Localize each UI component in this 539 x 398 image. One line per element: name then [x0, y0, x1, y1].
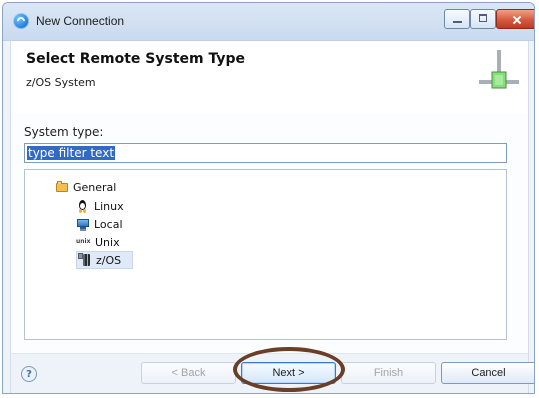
filter-input[interactable] — [24, 143, 507, 163]
tree-item-label: Local — [94, 217, 123, 231]
dialog-header: Select Remote System Type z/OS System — [10, 41, 529, 113]
tree-group-label: General — [73, 180, 117, 194]
tree-item-label: Linux — [94, 199, 124, 213]
linux-icon — [76, 199, 90, 213]
finish-button: Finish — [341, 362, 436, 384]
header-subtitle: z/OS System — [26, 76, 96, 89]
new-connection-dialog: New Connection Select Remote System Type… — [2, 2, 535, 394]
tree-group-general[interactable]: General — [55, 178, 116, 196]
button-bar: ? < Back Next > Finish Cancel — [10, 353, 534, 393]
tree-item-local[interactable]: Local — [76, 215, 123, 233]
help-button[interactable]: ? — [21, 366, 37, 382]
tree-item-zos[interactable]: z/OS — [76, 251, 133, 269]
dialog-content: System type: type filter text General Li… — [10, 113, 529, 353]
unix-icon: Unix — [76, 238, 91, 245]
monitor-icon — [76, 217, 90, 231]
close-button[interactable] — [496, 9, 534, 29]
folder-icon — [55, 180, 69, 194]
tree-item-linux[interactable]: Linux — [76, 197, 124, 215]
title-bar: New Connection — [3, 3, 534, 41]
connector-icon — [479, 50, 519, 89]
app-icon — [13, 13, 29, 29]
maximize-button[interactable] — [470, 9, 496, 29]
next-button[interactable]: Next > — [241, 362, 336, 384]
cancel-button[interactable]: Cancel — [441, 362, 534, 384]
window-title: New Connection — [36, 14, 125, 28]
back-button: < Back — [141, 362, 236, 384]
system-type-tree[interactable]: General Linux Local Unix Unix z/OS — [24, 169, 507, 340]
minimize-button[interactable] — [444, 9, 470, 29]
tree-item-label: z/OS — [96, 253, 122, 267]
system-type-label: System type: — [24, 125, 104, 139]
tree-item-unix[interactable]: Unix Unix — [76, 233, 120, 251]
header-title: Select Remote System Type — [26, 51, 246, 67]
zos-icon — [78, 253, 92, 267]
tree-item-label: Unix — [95, 235, 120, 249]
